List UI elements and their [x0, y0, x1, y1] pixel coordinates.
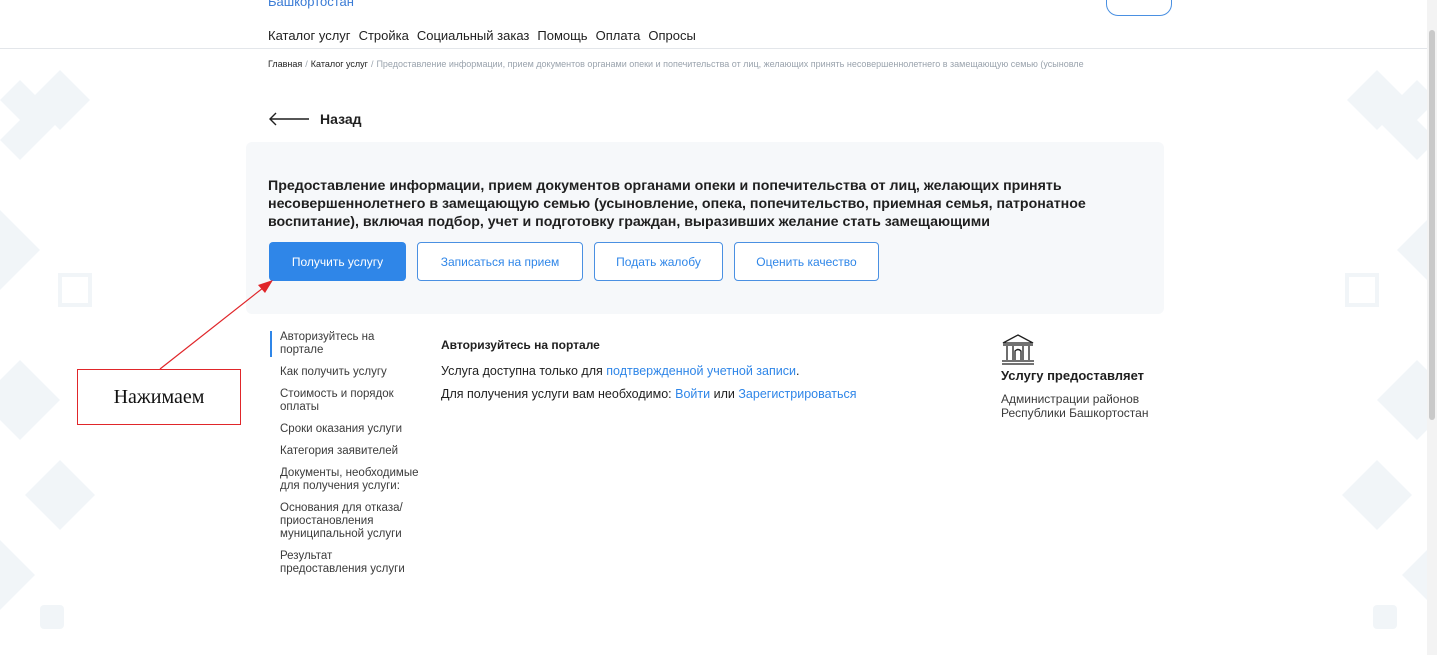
header-region-name: Башкортостан [268, 0, 354, 9]
get-service-button[interactable]: Получить услугу [269, 242, 406, 281]
annotation-arrow [159, 280, 273, 370]
nav-item-surveys[interactable]: Опросы [648, 28, 695, 43]
side-menu: Авторизуйтесь на портале Как получить ус… [270, 331, 420, 576]
ornament-left [0, 70, 95, 629]
book-appointment-button[interactable]: Записаться на прием [417, 242, 583, 281]
register-link[interactable]: Зарегистрироваться [738, 387, 856, 401]
nav-item-catalog[interactable]: Каталог услуг [268, 28, 351, 43]
nav-item-social-order[interactable]: Социальный заказ [417, 28, 530, 43]
nav-item-construction[interactable]: Стройка [359, 28, 409, 43]
auth-line-1: Услуга доступна только для подтвержденно… [441, 364, 799, 378]
nav-item-help[interactable]: Помощь [537, 28, 587, 43]
provider-name: Администрации районов Республики Башкорт… [1001, 392, 1149, 420]
side-menu-item-how-to-get[interactable]: Как получить услугу [270, 366, 420, 379]
back-label: Назад [320, 111, 362, 127]
rate-quality-button[interactable]: Оценить качество [734, 242, 879, 281]
government-building-icon [1002, 334, 1034, 365]
file-complaint-button[interactable]: Подать жалобу [594, 242, 723, 281]
side-menu-item-result[interactable]: Результат предоставления услуги [270, 550, 420, 576]
header-login-button[interactable] [1106, 0, 1172, 16]
side-menu-item-refusal-grounds[interactable]: Основания для отказа/приостановления мун… [270, 502, 420, 541]
breadcrumb: Главная / Каталог услуг / Предоставление инф… [268, 59, 1172, 69]
provider-title: Услугу предоставляет [1001, 368, 1145, 383]
auth-line-2: Для получения услуги вам необходимо: Вой… [441, 387, 857, 401]
scrollbar[interactable] [1427, 0, 1437, 655]
auth-line-2-prefix: Для получения услуги вам необходимо: [441, 387, 672, 401]
verified-account-link[interactable]: подтвержденной учетной записи [606, 364, 796, 378]
auth-line-1-prefix: Услуга доступна только для [441, 364, 603, 378]
side-menu-item-applicants[interactable]: Категория заявителей [270, 445, 420, 458]
service-title: Предоставление информации, прием докумен… [268, 178, 1086, 230]
arrow-left-icon [269, 112, 309, 126]
auth-line-1-suffix: . [795, 364, 800, 378]
scrollbar-thumb[interactable] [1429, 30, 1435, 420]
breadcrumb-current: Предоставление информации, прием докумен… [376, 59, 1084, 69]
back-link[interactable]: Назад [268, 111, 362, 127]
side-menu-item-documents[interactable]: Документы, необходимые для получения усл… [270, 467, 420, 493]
breadcrumb-separator: / [305, 59, 308, 69]
side-menu-item-authorize[interactable]: Авторизуйтесь на портале [270, 331, 420, 357]
header-divider [0, 48, 1437, 49]
side-menu-item-cost[interactable]: Стоимость и порядок оплаты [270, 388, 420, 414]
breadcrumb-catalog[interactable]: Каталог услуг [311, 59, 368, 69]
breadcrumb-home[interactable]: Главная [268, 59, 302, 69]
side-menu-item-terms[interactable]: Сроки оказания услуги [270, 423, 420, 436]
ornament-right [1342, 70, 1437, 629]
annotation-label: Нажимаем [77, 369, 241, 425]
login-link[interactable]: Войти [675, 387, 710, 401]
breadcrumb-separator: / [370, 59, 374, 69]
or-text: или [713, 387, 735, 401]
auth-heading: Авторизуйтесь на портале [441, 338, 600, 352]
main-nav: Каталог услуг Стройка Социальный заказ П… [268, 28, 696, 43]
nav-item-payment[interactable]: Оплата [596, 28, 641, 43]
